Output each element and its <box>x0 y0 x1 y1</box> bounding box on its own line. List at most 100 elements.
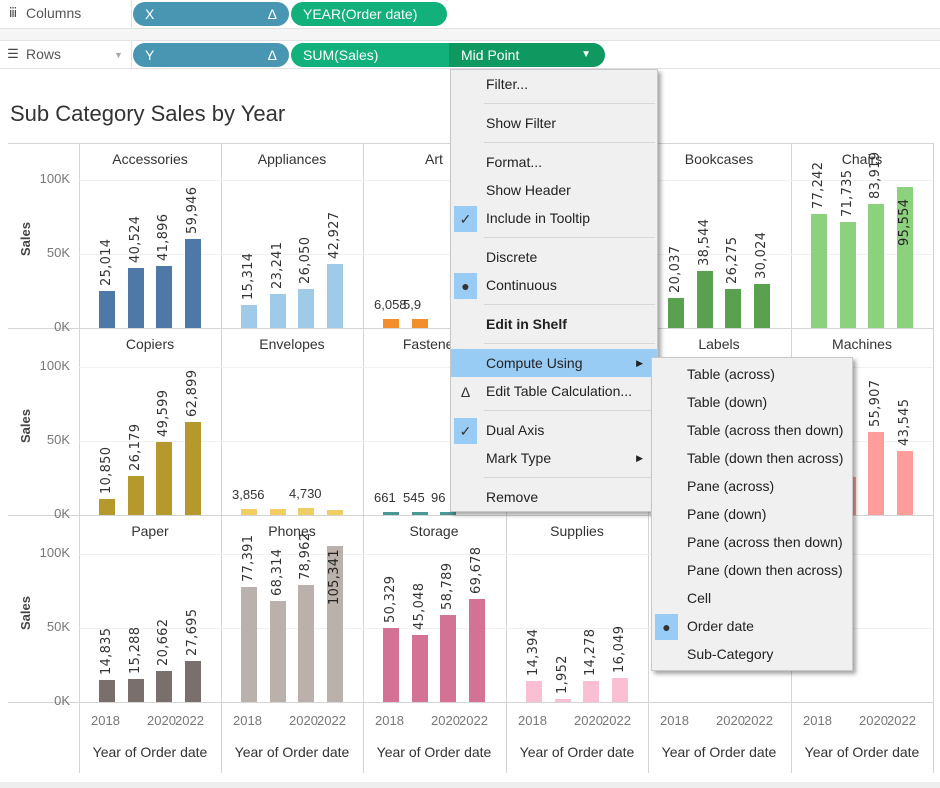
chevron-down-icon[interactable]: ▼ <box>581 43 591 67</box>
rows-dropdown-icon[interactable]: ▼ <box>114 50 123 60</box>
bar[interactable] <box>298 585 314 702</box>
data-label: 20,662 <box>156 619 171 667</box>
bar[interactable] <box>270 293 286 328</box>
bar[interactable] <box>185 239 201 328</box>
bar[interactable] <box>383 512 399 515</box>
submenu-item-order-date[interactable]: ● Order date <box>652 612 852 640</box>
bar[interactable] <box>99 498 115 515</box>
bar[interactable] <box>156 265 172 328</box>
submenu-item-pane-across[interactable]: Pane (across) <box>652 472 852 500</box>
menu-item-discrete[interactable]: Discrete <box>451 243 657 271</box>
pill-x[interactable]: X Δ <box>133 2 289 26</box>
pane-divider <box>79 143 80 773</box>
bar[interactable] <box>383 627 399 702</box>
bar[interactable] <box>270 509 286 515</box>
bar[interactable] <box>555 699 571 702</box>
pill-y[interactable]: Y Δ <box>133 43 289 67</box>
data-label: 38,544 <box>697 218 712 266</box>
bar[interactable] <box>298 289 314 328</box>
menu-item-mark-type[interactable]: Mark Type ▶ <box>451 444 657 472</box>
bar[interactable] <box>327 264 343 328</box>
submenu-item-sub-category[interactable]: Sub-Category <box>652 640 852 668</box>
bar[interactable] <box>754 283 770 328</box>
submenu-item-pane-down[interactable]: Pane (down) <box>652 500 852 528</box>
bar[interactable] <box>725 289 741 328</box>
bar[interactable] <box>128 476 144 515</box>
menu-item-format[interactable]: Format... <box>451 148 657 176</box>
bar[interactable] <box>811 213 827 328</box>
bar[interactable] <box>412 319 428 328</box>
bar[interactable] <box>241 305 257 328</box>
menu-item-edit-table-calculation[interactable]: Δ Edit Table Calculation... <box>451 377 657 405</box>
bar[interactable] <box>440 512 456 515</box>
bar[interactable] <box>298 507 314 515</box>
rows-icon: ☰ <box>7 46 19 61</box>
menu-item-include-in-tooltip[interactable]: ✓ Include in Tooltip <box>451 204 657 232</box>
menu-item-filter[interactable]: Filter... <box>451 70 657 98</box>
bar[interactable] <box>412 635 428 702</box>
menu-item-show-filter[interactable]: Show Filter <box>451 109 657 137</box>
bar[interactable] <box>897 450 913 515</box>
submenu-item-pane-down-then-across[interactable]: Pane (down then across) <box>652 556 852 584</box>
columns-icon: ⅲ <box>8 5 18 20</box>
bar[interactable] <box>583 680 599 702</box>
rows-shelf[interactable]: ☰ Rows ▼ Y Δ SUM(Sales) Mid Point ▼ <box>0 40 940 70</box>
bar[interactable] <box>327 509 343 515</box>
bar[interactable] <box>128 679 144 702</box>
bar[interactable] <box>840 221 856 328</box>
menu-item-label: Format... <box>486 154 543 170</box>
menu-item-remove[interactable]: Remove <box>451 483 657 511</box>
bar[interactable] <box>697 270 713 328</box>
pill-sum-sales[interactable]: SUM(Sales) <box>291 43 449 67</box>
submenu-item-label: Table (down then across) <box>687 450 844 466</box>
data-label: 77,391 <box>241 535 256 583</box>
menu-item-compute-using[interactable]: Compute Using ▶ <box>451 349 657 377</box>
data-label: 25,014 <box>99 238 114 286</box>
bar[interactable] <box>440 614 456 702</box>
menu-item-show-header[interactable]: Show Header <box>451 176 657 204</box>
bar[interactable] <box>156 671 172 702</box>
pill-mid-point[interactable]: Mid Point ▼ <box>449 43 605 67</box>
bar[interactable] <box>868 203 884 328</box>
submenu-item-table-down[interactable]: Table (down) <box>652 388 852 416</box>
bar[interactable] <box>156 441 172 515</box>
delta-icon: Δ <box>267 47 277 63</box>
x-tick-label: 2018 <box>91 713 120 728</box>
bar[interactable] <box>668 298 684 328</box>
submenu-item-label: Table (down) <box>687 394 768 410</box>
menu-item-continuous[interactable]: ● Continuous <box>451 271 657 299</box>
columns-shelf[interactable]: ⅲ Columns X Δ YEAR(Order date) <box>0 0 940 29</box>
pane-baseline <box>8 702 934 703</box>
menu-item-edit-in-shelf[interactable]: Edit in Shelf <box>451 310 657 338</box>
data-label: 1,952 <box>555 655 570 694</box>
bar[interactable] <box>612 678 628 702</box>
submenu-item-label: Pane (across then down) <box>687 534 843 550</box>
submenu-item-label: Cell <box>687 590 712 606</box>
menu-item-dual-axis[interactable]: ✓ Dual Axis <box>451 416 657 444</box>
submenu-item-table-down-then-across[interactable]: Table (down then across) <box>652 444 852 472</box>
bar[interactable] <box>469 598 485 702</box>
bar[interactable] <box>868 432 884 515</box>
submenu-item-table-across-then-down[interactable]: Table (across then down) <box>652 416 852 444</box>
bar[interactable] <box>526 680 542 702</box>
data-label: 41,896 <box>156 213 171 261</box>
bar[interactable] <box>99 680 115 702</box>
bar[interactable] <box>412 512 428 515</box>
bottom-scrollbar[interactable] <box>0 782 940 788</box>
submenu-item-table-across[interactable]: Table (across) <box>652 360 852 388</box>
pill-year-order-date[interactable]: YEAR(Order date) <box>291 2 447 26</box>
bar[interactable] <box>270 600 286 702</box>
bar[interactable] <box>241 587 257 702</box>
y-tick-label: 100K <box>39 171 70 186</box>
data-label: 77,242 <box>811 161 826 209</box>
pill-label: Y <box>145 47 155 63</box>
y-axis-title: Sales <box>18 222 33 256</box>
bar[interactable] <box>99 290 115 328</box>
bar[interactable] <box>128 268 144 328</box>
submenu-item-cell[interactable]: Cell <box>652 584 852 612</box>
bar[interactable] <box>241 509 257 515</box>
bar[interactable] <box>185 661 201 702</box>
bar[interactable] <box>185 421 201 515</box>
submenu-item-pane-across-then-down[interactable]: Pane (across then down) <box>652 528 852 556</box>
bar[interactable] <box>383 319 399 328</box>
